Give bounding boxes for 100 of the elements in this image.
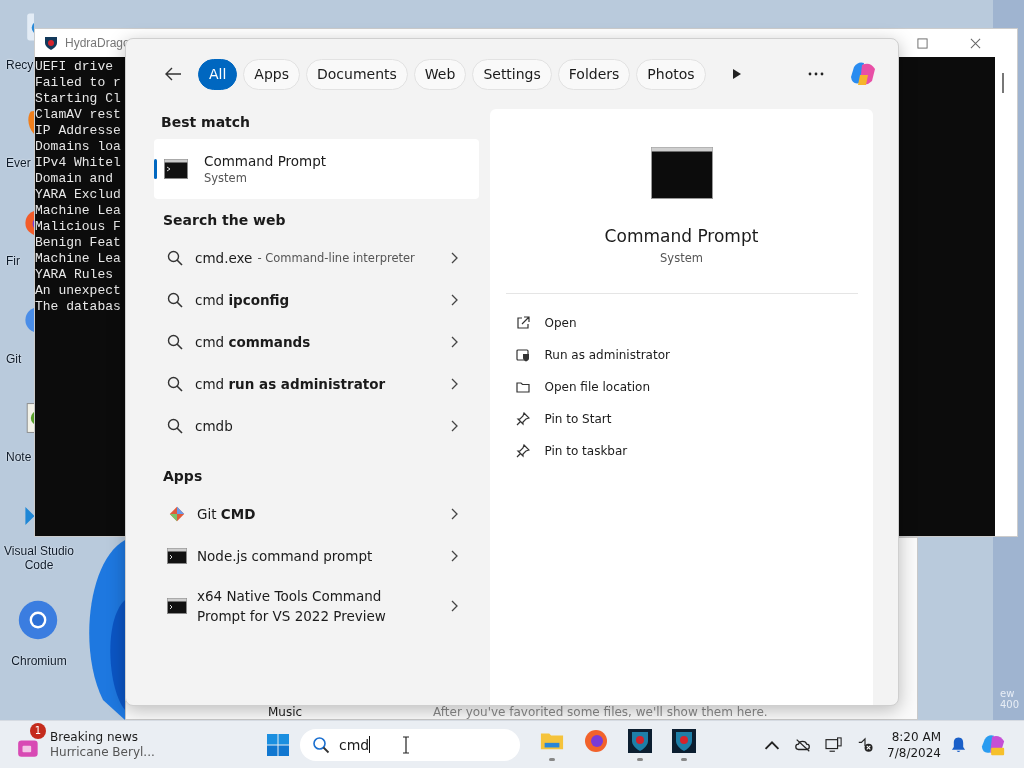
bell-icon[interactable] [951,735,966,754]
search-suggestion: cmdb [195,418,233,434]
back-arrow-icon[interactable] [164,66,182,82]
search-icon [167,250,183,266]
chevron-right-icon[interactable] [450,336,458,348]
clock-date: 7/8/2024 [887,744,941,761]
news-widget[interactable]: 1 Breaking news Hurricane Beryl... [16,722,256,767]
notification-badge: 1 [30,722,46,739]
best-match-result[interactable]: Command Prompt System [154,139,479,199]
filter-tab[interactable]: Apps [243,58,300,90]
shield-app-icon [43,35,59,51]
app-name: x64 Native Tools Command Prompt for VS 2022 Preview [197,587,387,626]
action-item[interactable]: Open [505,307,858,339]
action-label: Pin to Start [544,412,612,426]
search-icon [167,376,183,392]
chevron-right-icon[interactable] [450,252,458,264]
filter-tab[interactable]: Photos [636,58,706,90]
search-icon [167,292,183,308]
open-external-icon [515,316,530,330]
empty-favorites-message: After you've favorited some files, we'll show them here. [433,704,768,719]
window-title: HydraDrago [65,36,130,50]
action-label: Open [544,316,577,330]
desktop-icon-label[interactable]: Chromium [0,654,78,668]
clock-time: 8:20 AM [891,728,941,745]
action-label: Open file location [544,380,651,394]
edition-text: ew [1000,688,1016,699]
search-icon [167,418,183,434]
section-heading: Apps [162,467,204,486]
close-icon[interactable] [970,37,981,49]
search-suggestion: cmd run as administrator [195,376,386,392]
chevron-right-icon[interactable] [450,550,458,562]
edition-text: 400 [1000,699,1020,710]
filter-tab[interactable]: Web [413,58,467,90]
action-label: Run as administrator [544,348,670,362]
console-icon [167,597,187,615]
web-search-result[interactable]: cmd.exe - Command-line interpreter [153,237,478,279]
desktop-icon-label[interactable]: Git [6,352,22,366]
folder-icon [515,380,530,394]
news-subtitle: Hurricane Beryl... [50,744,155,760]
web-search-result[interactable]: cmd run as administrator [153,363,478,405]
preview-title: Command Prompt [604,225,759,247]
action-item[interactable]: Open file location [505,371,858,403]
filter-tab[interactable]: Documents [306,58,408,90]
action-item[interactable]: Pin to Start [505,403,858,435]
result-title: Command Prompt [204,152,327,170]
scrollbar-thumb[interactable] [1002,73,1004,93]
search-icon [312,735,330,754]
pin-icon [515,444,530,458]
section-heading: Best match [160,113,252,132]
start-icon[interactable] [266,732,290,757]
chevron-right-icon[interactable] [450,508,458,520]
app-name: Node.js command prompt [197,547,374,566]
text-cursor-icon [402,735,410,754]
suggestion-detail: - Command-line interpreter [257,251,415,265]
chevron-right-icon[interactable] [450,294,458,306]
shield-app-icon [672,728,696,753]
news-title: Breaking news [50,729,139,745]
search-suggestion: cmd.exe [195,250,253,266]
pin-icon [515,412,530,426]
search-suggestion: cmd commands [195,334,311,350]
app-name: Git CMD [197,505,257,524]
git-icon [167,505,187,523]
desktop-icon-label[interactable]: Recy [6,58,34,72]
app-result[interactable]: Git CMD [153,493,478,535]
filter-tab[interactable]: All [198,58,238,90]
web-search-result[interactable]: cmd ipconfig [153,279,478,321]
action-item[interactable]: Run as administrator [505,339,858,371]
network-icon[interactable] [825,736,844,753]
app-result[interactable]: x64 Native Tools Command Prompt for VS 2022 Preview [153,577,478,635]
desktop-icon-label[interactable]: Note [6,450,32,464]
firefox-icon [584,728,608,753]
result-subtitle: System [204,170,248,186]
filter-tab[interactable]: Settings [472,58,552,90]
web-search-result[interactable]: cmd commands [153,321,478,363]
console-icon [650,147,713,199]
clock[interactable]: 8:20 AM 7/8/2024 [887,728,941,761]
desktop-icon-label[interactable]: Visual Studio Code [0,544,78,572]
chevron-right-icon[interactable] [450,378,458,390]
search-icon [167,334,183,350]
chevron-right-icon[interactable] [450,420,458,432]
more-icon[interactable] [808,72,824,76]
chevron-right-icon[interactable] [450,600,458,612]
web-search-result[interactable]: cmdb [153,405,478,447]
desktop-icon-label[interactable]: Ever [6,156,31,170]
play-icon[interactable] [731,68,742,80]
taskbar-search-field[interactable]: cmd [300,728,520,761]
console-icon [167,547,187,565]
shield-app-icon [628,728,652,753]
maximize-icon[interactable] [917,37,928,49]
action-item[interactable]: Pin to taskbar [505,435,858,467]
app-result[interactable]: Node.js command prompt [153,535,478,577]
preview-subtitle: System [660,251,703,265]
desktop-icon-label[interactable]: Fir [6,254,20,268]
search-suggestion: cmd ipconfig [195,292,290,308]
cloud-off-icon[interactable] [794,736,813,753]
section-heading: Search the web [162,211,287,230]
action-label: Pin to taskbar [544,444,628,458]
shield-icon [515,348,530,362]
music-folder-item[interactable]: Music [268,704,433,719]
filter-tab[interactable]: Folders [557,58,631,90]
